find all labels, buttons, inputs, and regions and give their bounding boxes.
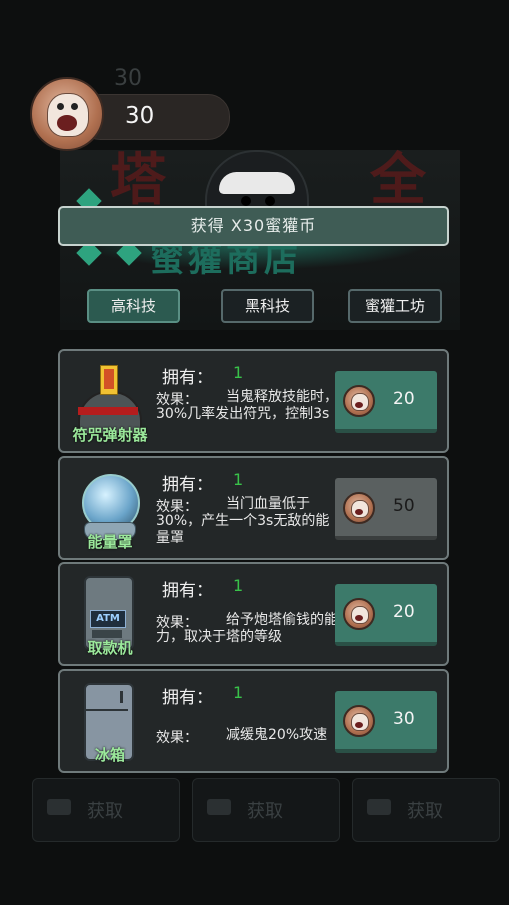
badger-coin-icon <box>30 77 104 151</box>
badger-coin-icon <box>343 385 375 417</box>
currency-amount: 30 <box>125 103 155 129</box>
price-value: 20 <box>393 389 415 409</box>
owned-count: 1 <box>233 470 244 489</box>
tab-black-tech[interactable]: 黑科技 <box>221 289 314 323</box>
currency-display: 30 <box>30 77 230 157</box>
owned-count: 1 <box>233 363 244 382</box>
buy-button[interactable]: 20 <box>335 371 437 433</box>
tab-badger-workshop[interactable]: 蜜獾工坊 <box>348 289 442 323</box>
reward-toast: 获得 X30蜜獾币 <box>58 206 449 246</box>
item-name: 取款机 <box>87 639 133 657</box>
effect-description: 给予炮塔偷钱的能力，取决于塔的等级 <box>156 612 338 645</box>
effect-description: 当门血量低于30%，产生一个3s无敌的能量罩 <box>156 496 330 546</box>
video-icon <box>207 799 231 815</box>
item-name: 冰箱 <box>94 746 125 764</box>
badger-coin-icon <box>343 492 375 524</box>
background-ad-slot: 获取 <box>192 778 340 842</box>
buy-button[interactable]: 30 <box>335 691 437 753</box>
tab-high-tech[interactable]: 高科技 <box>87 289 180 323</box>
owned-label: 拥有： <box>162 581 213 601</box>
item-name: 符咒弹射器 <box>72 426 148 444</box>
buy-button[interactable]: 20 <box>335 584 437 646</box>
price-value: 50 <box>393 496 415 516</box>
background-title-right: 全 <box>370 148 432 213</box>
shop-item-card: 冰箱 拥有： 1 效果： 减缓鬼20%攻速 30 <box>58 669 449 773</box>
shop-item-card: ATM 取款机 拥有： 1 效果： 给予炮塔偷钱的能力，取决于塔的等级 20 <box>58 562 449 666</box>
price-value: 20 <box>393 602 415 622</box>
price-value: 30 <box>393 709 415 729</box>
buy-button[interactable]: 50 <box>335 478 437 540</box>
owned-count: 1 <box>233 683 244 702</box>
owned-label: 拥有： <box>162 368 213 388</box>
effect-description: 减缓鬼20%攻速 <box>226 727 328 743</box>
background-ad-slot: 获取 <box>32 778 180 842</box>
badger-coin-icon <box>343 598 375 630</box>
shop-item-card: 能量罩 拥有： 1 效果： 当门血量低于30%，产生一个3s无敌的能量罩 50 <box>58 456 449 560</box>
badger-coin-icon <box>343 705 375 737</box>
background-ad-slot: 获取 <box>352 778 500 842</box>
effect-description: 当鬼释放技能时，30%几率发出符咒，控制3s <box>156 389 338 422</box>
item-name: 能量罩 <box>87 533 133 551</box>
shop-item-card: 符咒弹射器 拥有： 1 效果： 当鬼释放技能时，30%几率发出符咒，控制3s 2… <box>58 349 449 453</box>
owned-count: 1 <box>233 576 244 595</box>
video-icon <box>367 799 391 815</box>
owned-label: 拥有： <box>162 475 213 495</box>
video-icon <box>47 799 71 815</box>
owned-label: 拥有： <box>162 688 213 708</box>
